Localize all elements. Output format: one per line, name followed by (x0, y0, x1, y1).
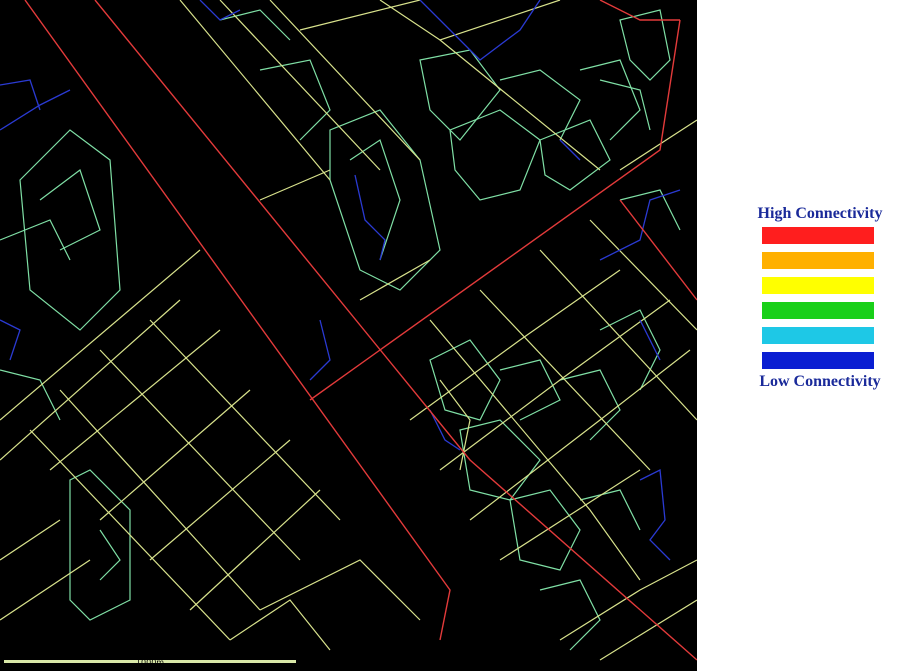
scale-bar-label: 1000m (135, 658, 165, 667)
legend-swatch-high (762, 227, 874, 244)
legend-swatch-lowest (762, 352, 874, 369)
scale-bar: 1000m (4, 656, 296, 668)
legend-high-label: High Connectivity (757, 205, 883, 222)
legend-swatch-medium-high (762, 252, 874, 269)
legend-swatch-medium (762, 277, 874, 294)
legend-low-label: Low Connectivity (759, 373, 881, 390)
connectivity-legend: High Connectivity Low Connectivity (742, 205, 898, 391)
street-network-map[interactable] (0, 0, 697, 671)
legend-swatch-medium-low (762, 302, 874, 319)
legend-swatch-low (762, 327, 874, 344)
lowest-connectivity-streets (0, 0, 681, 561)
medium-connectivity-streets (0, 0, 697, 661)
